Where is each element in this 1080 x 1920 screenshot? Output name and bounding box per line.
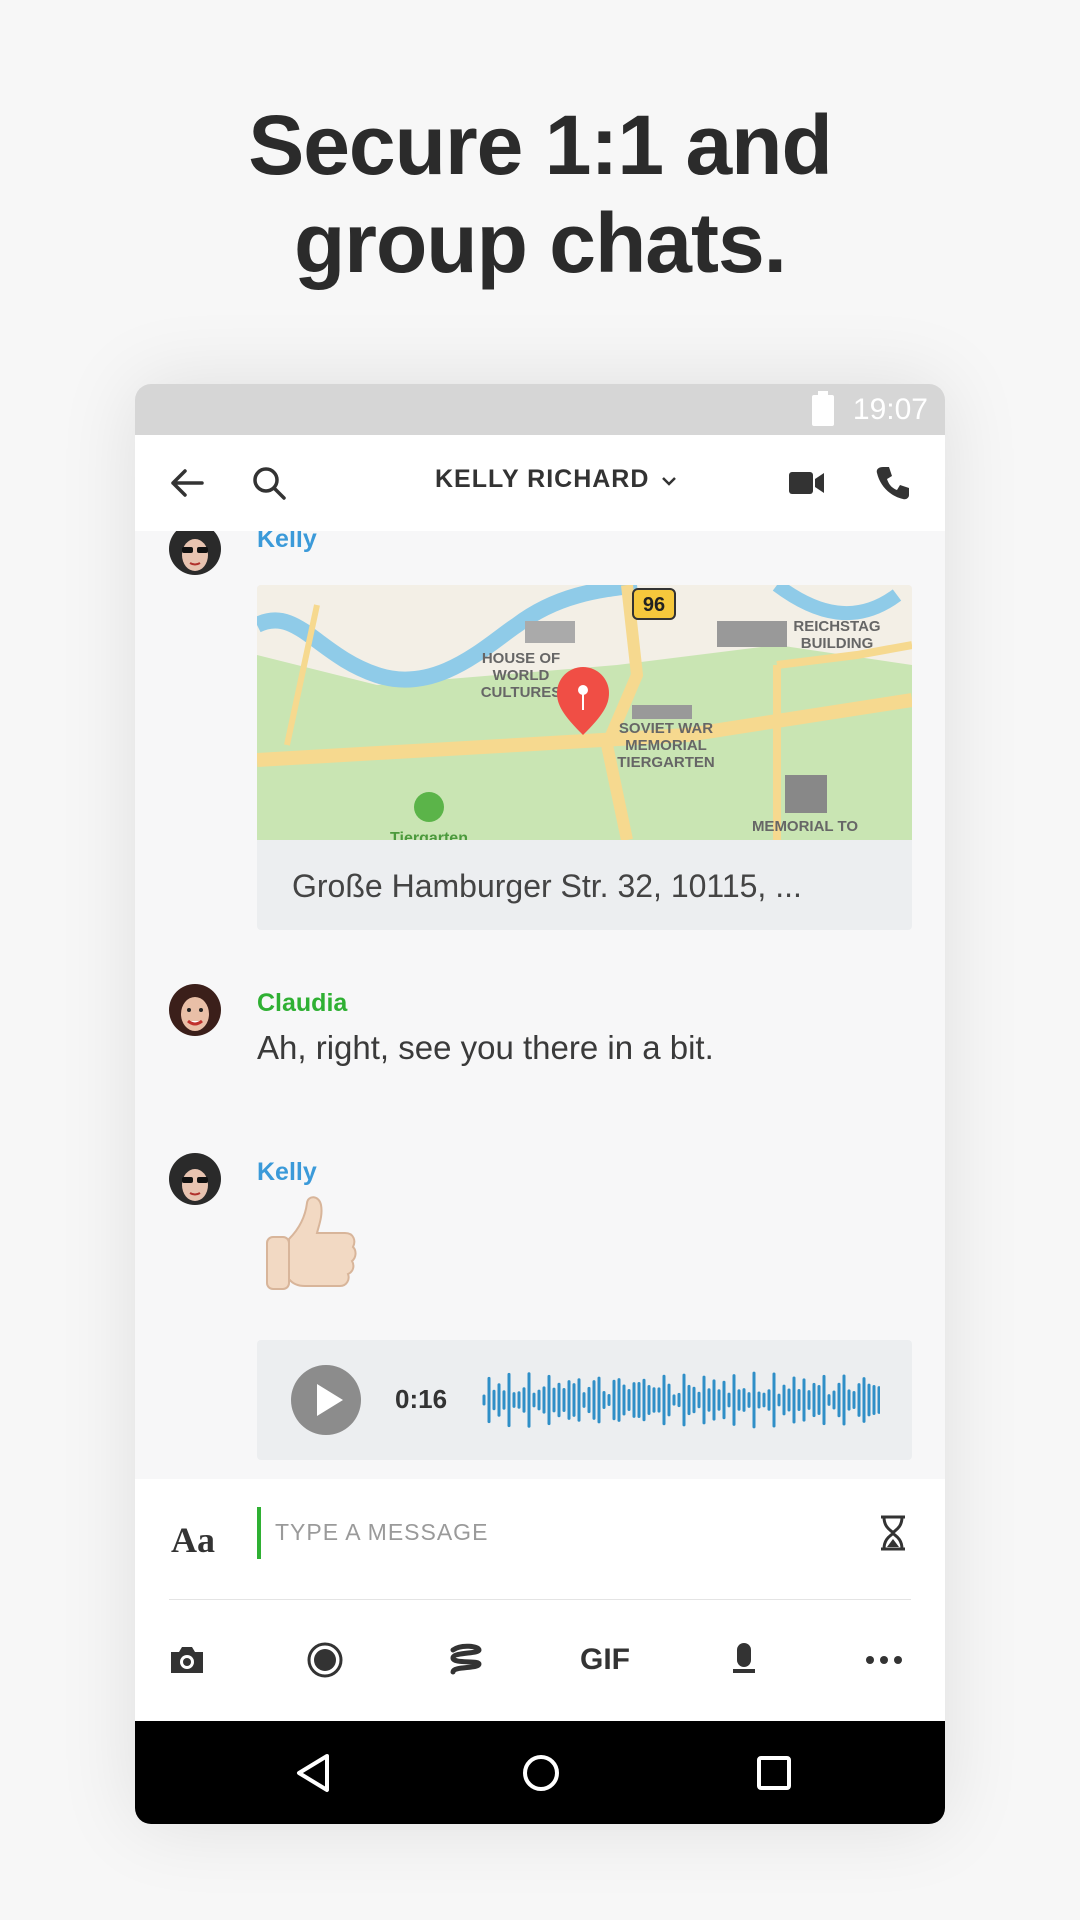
audio-message: 0:16 [257,1340,912,1460]
map-label: SOVIET WAR [619,720,713,737]
thumbs-up-emoji [257,1191,367,1301]
headline-line-2: group chats. [293,196,787,290]
battery-icon [812,391,834,426]
avatar-kelly[interactable] [169,531,221,575]
play-icon[interactable] [291,1365,361,1435]
sender-name[interactable]: Kelly [257,1158,317,1187]
audio-duration: 0:16 [395,1384,448,1414]
message-input[interactable]: TYPE A MESSAGE [275,1519,488,1546]
map-park-label: Tiergarten [390,830,468,840]
location-card[interactable]: 96 HOUSE OF WORLD CULTURES REICHSTAG BUI… [257,585,912,930]
gif-icon[interactable]: GIF [577,1632,633,1688]
back-arrow-icon[interactable] [159,455,215,511]
audio-waveform[interactable] [480,1360,880,1440]
conversation-title-label: KELLY RICHARD [435,465,650,493]
nav-home-icon[interactable] [515,1747,567,1799]
text-cursor [257,1507,261,1559]
map-label: MEMORIAL [625,737,707,754]
map-label: MEMORIAL TO [752,818,858,835]
status-time: 19:07 [852,393,928,426]
message-text: Ah, right, see you there in a bit. [257,1029,714,1066]
composer-divider [169,1599,911,1600]
microphone-icon[interactable] [716,1632,772,1688]
video-camera-icon[interactable] [779,455,835,511]
phone-icon[interactable] [865,455,921,511]
nav-recents-icon[interactable] [748,1747,800,1799]
sender-name[interactable]: Claudia [257,989,347,1018]
headline-line-1: Secure 1:1 and [248,98,833,192]
app-bar: KELLY RICHARD [135,435,945,531]
text-format-button[interactable]: Aa [171,1519,215,1561]
sketch-icon[interactable] [438,1632,494,1688]
map-label: BUILDING [801,635,874,652]
map-label: HOUSE OF [482,650,560,667]
map-image[interactable]: 96 HOUSE OF WORLD CULTURES REICHSTAG BUI… [257,585,912,840]
camera-icon[interactable] [159,1632,215,1688]
map-label: REICHSTAG [793,618,880,635]
more-icon[interactable] [856,1632,912,1688]
chevron-down-icon [661,465,677,494]
map-road-number: 96 [643,594,665,616]
avatar-claudia[interactable] [169,984,221,1036]
location-address: Große Hamburger Str. 32, 10115, ... [292,868,802,904]
map-label: WORLD [493,667,550,684]
headline: Secure 1:1 and group chats. [0,96,1080,292]
conversation-title[interactable]: KELLY RICHARD [435,465,677,494]
status-bar: 19:07 [135,384,945,435]
message-list[interactable]: Kelly 96 HOUSE OF WORLD CULTURES REICHST… [135,531,945,1475]
nav-back-icon[interactable] [287,1747,339,1799]
map-label: CULTURES [481,684,562,701]
record-icon[interactable] [297,1632,353,1688]
android-nav-bar [135,1721,945,1824]
message-composer: Aa TYPE A MESSAGE GIF [135,1479,945,1724]
hourglass-icon[interactable] [868,1505,918,1561]
phone-frame: 19:07 KELLY RICHARD Kelly 96 HOUSE OF WO… [135,384,945,1824]
search-icon[interactable] [241,455,297,511]
map-label: TIERGARTEN [617,754,715,771]
avatar-kelly[interactable] [169,1153,221,1205]
sender-name[interactable]: Kelly [257,531,317,554]
